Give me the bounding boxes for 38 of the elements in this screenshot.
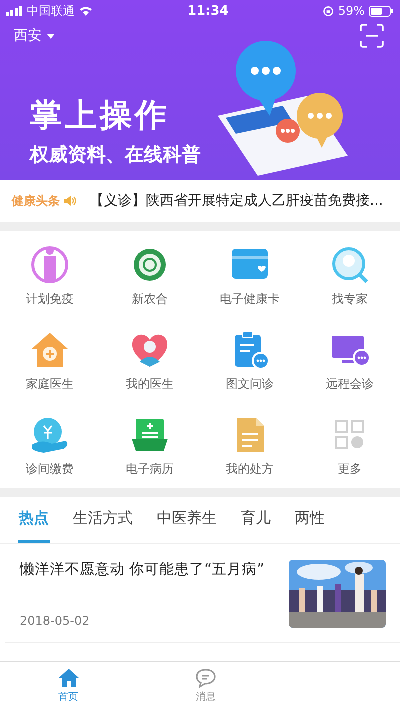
headline-label: 健康头条 <box>12 192 60 210</box>
tab-bar-item[interactable]: 消息 <box>137 662 275 710</box>
service-item[interactable]: 我的医生 <box>100 326 200 397</box>
category-tab[interactable]: 两性 <box>294 497 326 543</box>
carrier-name: 中国联通 <box>27 2 75 20</box>
service-item[interactable]: 家庭医生 <box>0 326 100 397</box>
service-item[interactable]: 图文问诊 <box>200 326 300 397</box>
banner-subtitle: 权威资料、在线科普 <box>30 143 201 168</box>
service-item[interactable]: 计划免疫 <box>0 241 100 312</box>
speaker-icon <box>64 195 76 207</box>
city-selector[interactable]: 西安 <box>14 27 55 45</box>
signal-icon <box>6 6 23 16</box>
tab-bar-item[interactable]: 首页 <box>0 662 138 710</box>
chat-icon <box>194 668 217 688</box>
service-item[interactable]: 我的处方 <box>200 411 300 482</box>
service-item[interactable]: 电子健康卡 <box>200 241 300 312</box>
service-item[interactable]: 找专家 <box>300 241 400 312</box>
battery-percent: 59% <box>338 4 365 18</box>
battery-icon <box>369 6 394 16</box>
scan-icon[interactable] <box>360 24 384 48</box>
caret-icon <box>47 34 55 38</box>
category-tab[interactable]: 育儿 <box>240 497 272 543</box>
service-item[interactable]: 诊间缴费 <box>0 411 100 482</box>
service-item[interactable]: 更多 <box>300 411 400 482</box>
clock-time: 11:34 <box>187 4 229 18</box>
category-tab[interactable]: 生活方式 <box>72 497 134 543</box>
banner-title: 掌上操作 <box>30 95 171 136</box>
headline-text[interactable]: 【义诊】陕西省开展特定成人乙肝疫苗免费接... <box>90 192 384 210</box>
article-date: 2018-05-02 <box>20 614 91 628</box>
article-title[interactable]: 懒洋洋不愿意动 你可能患了“五月病” <box>20 560 265 579</box>
wifi-icon <box>79 6 93 16</box>
service-item[interactable]: 新农合 <box>100 241 200 312</box>
rotation-lock-icon <box>323 6 334 16</box>
service-item[interactable]: 远程会诊 <box>300 326 400 397</box>
service-item[interactable]: 电子病历 <box>100 411 200 482</box>
category-tab[interactable]: 中医养生 <box>156 497 218 543</box>
home-icon <box>58 668 80 688</box>
category-tab[interactable]: 热点 <box>18 497 50 543</box>
